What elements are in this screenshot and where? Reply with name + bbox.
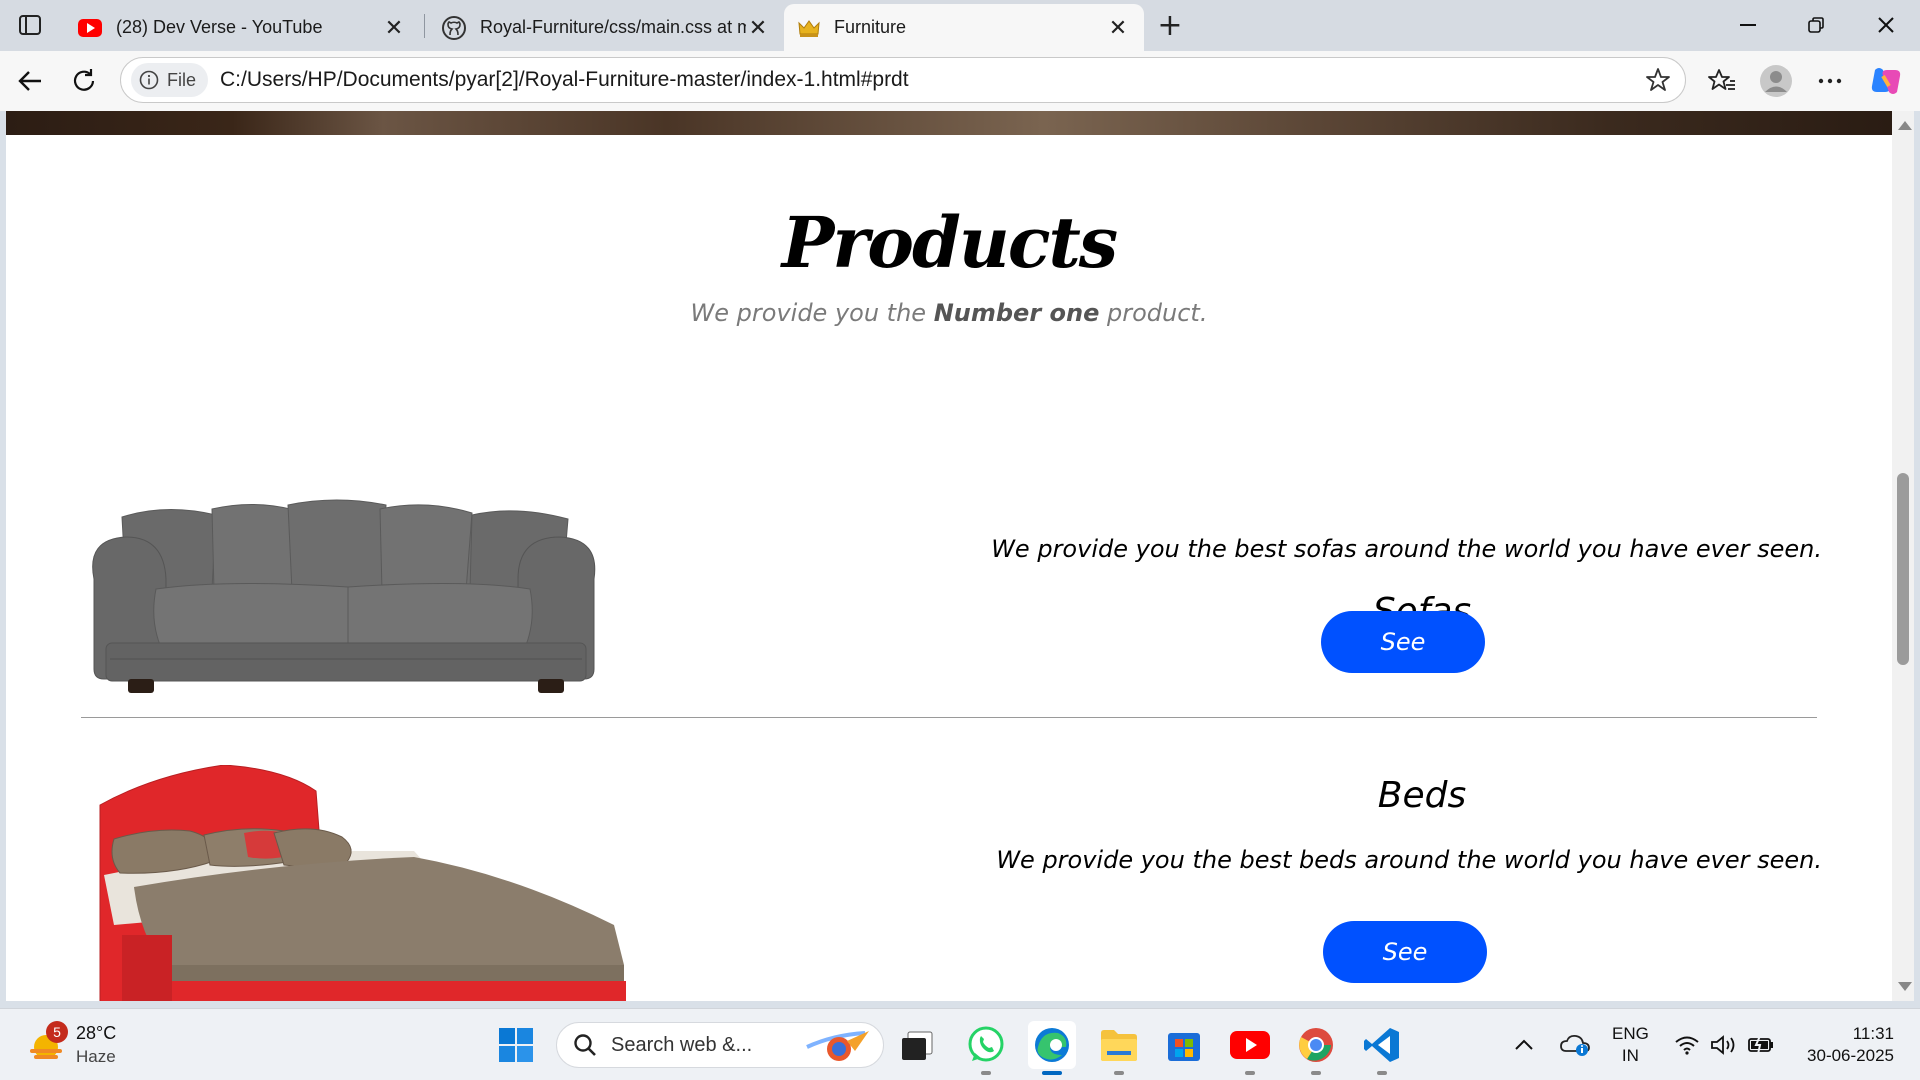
clock-time: 11:31 (1852, 1024, 1894, 1043)
bed-image (99, 765, 626, 1001)
vscode-icon[interactable] (1358, 1021, 1406, 1075)
clock[interactable]: 11:31 30-06-2025 (1790, 1009, 1894, 1080)
browser-toolbar: File C:/Users/HP/Documents/pyar[2]/Royal… (0, 51, 1920, 111)
running-indicator (981, 1071, 991, 1075)
search-placeholder: Search web &... (611, 1033, 753, 1056)
tab-label: Royal-Furniture/css/main.css at m (480, 17, 746, 37)
chrome-icon[interactable] (1292, 1021, 1340, 1075)
hero-image-strip (6, 111, 1892, 135)
running-indicator (1311, 1071, 1321, 1075)
onedrive-icon[interactable] (1560, 1009, 1590, 1080)
product-description: We provide you the best sofas around the… (991, 535, 1822, 563)
minimize-button[interactable] (1718, 0, 1778, 50)
start-icon[interactable] (492, 1021, 540, 1069)
address-bar[interactable]: File C:/Users/HP/Documents/pyar[2]/Royal… (120, 57, 1686, 103)
weather-badge: 5 (46, 1021, 68, 1043)
scroll-down-arrow-icon[interactable] (1898, 982, 1912, 991)
search-highlight-icon (806, 1031, 869, 1061)
running-indicator (1245, 1071, 1255, 1075)
youtube-icon[interactable] (1226, 1021, 1274, 1075)
show-hidden-icons-chevron-icon[interactable] (1514, 1009, 1534, 1080)
crown-icon (798, 19, 820, 37)
subtitle-pre: We provide you the (690, 299, 934, 327)
section-title: Products (781, 201, 1118, 284)
search-icon (574, 1034, 596, 1056)
favorite-star-icon[interactable] (1645, 67, 1671, 97)
lang-line2: IN (1621, 1046, 1639, 1065)
task-view-icon[interactable] (893, 1021, 941, 1069)
scroll-up-arrow-icon[interactable] (1898, 121, 1912, 130)
volume-icon[interactable] (1710, 1009, 1738, 1080)
edge-icon[interactable] (1028, 1021, 1076, 1075)
running-indicator (1114, 1071, 1124, 1075)
new-tab-button[interactable]: + (1152, 8, 1188, 43)
close-tab-icon[interactable]: ✕ (746, 15, 770, 40)
battery-icon[interactable] (1748, 1009, 1774, 1080)
favorites-icon[interactable] (1700, 59, 1744, 103)
tab-github[interactable]: Royal-Furniture/css/main.css at m ✕ (428, 4, 784, 51)
product-divider (81, 717, 1817, 718)
tab-actions-icon[interactable] (10, 8, 50, 42)
see-beds-button[interactable]: See (1323, 921, 1487, 983)
subtitle-bold: Number one (933, 299, 1100, 327)
site-chip-label: File (167, 69, 197, 90)
scrollbar-thumb[interactable] (1897, 473, 1909, 665)
windows-taskbar: 5 28°C Haze Search web &... ENG IN 11:31… (0, 1008, 1920, 1080)
restore-button[interactable] (1786, 0, 1846, 50)
copilot-icon[interactable] (1864, 59, 1908, 103)
wifi-icon[interactable] (1674, 1009, 1700, 1080)
back-button[interactable] (8, 59, 52, 103)
refresh-button[interactable] (62, 59, 106, 103)
language-indicator[interactable]: ENG IN (1612, 1009, 1649, 1080)
url-text[interactable]: C:/Users/HP/Documents/pyar[2]/Royal-Furn… (220, 68, 909, 92)
close-window-button[interactable] (1856, 0, 1916, 50)
info-icon (139, 70, 159, 90)
file-explorer-icon[interactable] (1095, 1021, 1143, 1075)
weather-widget[interactable]: 5 28°C Haze (26, 1019, 116, 1071)
subtitle-post: product. (1099, 299, 1208, 327)
product-name: Beds (1377, 775, 1467, 816)
see-sofas-button[interactable]: See (1321, 611, 1485, 673)
site-info-chip[interactable]: File (131, 63, 209, 97)
github-icon (442, 15, 466, 40)
tab-furniture[interactable]: Furniture ✕ (784, 4, 1144, 51)
tab-separator (424, 14, 425, 38)
taskbar-search[interactable]: Search web &... (556, 1022, 884, 1068)
youtube-icon (78, 18, 102, 37)
microsoft-store-icon[interactable] (1160, 1021, 1208, 1069)
tab-label: (28) Dev Verse - YouTube (116, 17, 323, 37)
more-options-icon[interactable] (1808, 59, 1852, 103)
page-viewport: Products We provide you the Number one p… (6, 111, 1892, 1001)
product-description: We provide you the best beds around the … (996, 846, 1822, 874)
profile-avatar[interactable] (1754, 59, 1798, 103)
tab-strip: (28) Dev Verse - YouTube ✕ Royal-Furnitu… (0, 0, 1920, 51)
running-indicator (1377, 1071, 1387, 1075)
weather-temp: 28°C (76, 1023, 117, 1043)
clock-date: 30-06-2025 (1807, 1046, 1894, 1065)
close-tab-icon[interactable]: ✕ (382, 15, 406, 40)
lang-line1: ENG (1612, 1024, 1649, 1043)
page-scrollbar[interactable] (1892, 111, 1914, 1001)
sofa-image (92, 499, 596, 693)
active-indicator (1042, 1071, 1062, 1075)
whatsapp-icon[interactable] (962, 1021, 1010, 1075)
close-tab-icon[interactable]: ✕ (1106, 15, 1130, 40)
tab-youtube[interactable]: (28) Dev Verse - YouTube ✕ (64, 4, 420, 51)
section-subtitle: We provide you the Number one product. (6, 299, 1892, 327)
tab-label: Furniture (834, 17, 907, 37)
weather-icon: 5 (26, 1021, 68, 1065)
weather-condition: Haze (76, 1047, 116, 1066)
